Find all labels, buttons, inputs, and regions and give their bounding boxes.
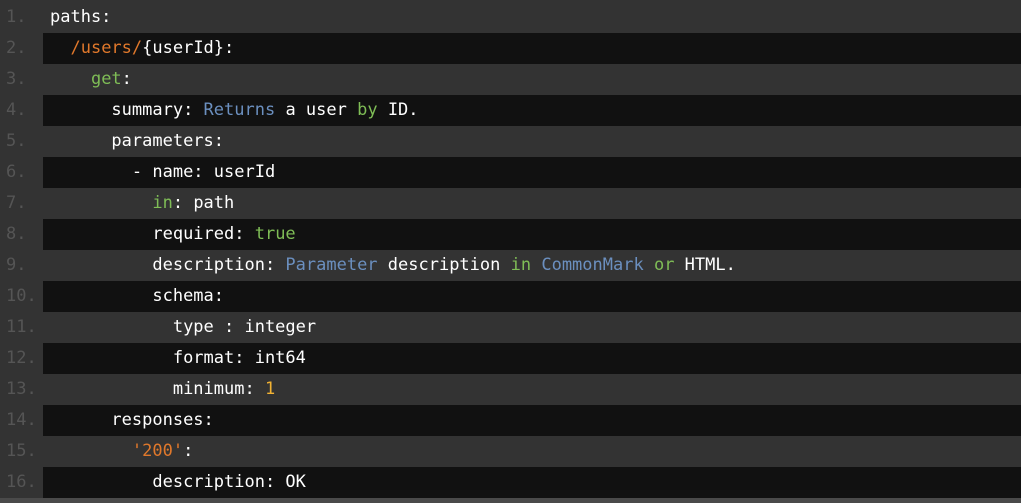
code-line[interactable]: 7. in: path (0, 188, 1021, 219)
code-token: minimum: (172, 379, 265, 399)
code-line[interactable]: 6. - name: userId (0, 157, 1021, 188)
code-token: responses: (111, 410, 214, 430)
line-content: description: Parameter description in Co… (43, 250, 1021, 281)
line-number: 15. (0, 436, 43, 467)
line-number: 3. (0, 64, 43, 95)
code-line[interactable]: 16. description: OK (0, 467, 1021, 498)
code-editor[interactable]: 1. paths: 2. /users/{userId}: 3. get: 4. sum… (0, 2, 1021, 498)
code-token: description (377, 255, 511, 275)
line-content: schema: (43, 281, 1021, 312)
line-content: minimum: 1 (43, 374, 1021, 405)
code-line[interactable]: 13. minimum: 1 (0, 374, 1021, 405)
code-token: : path (172, 193, 235, 213)
line-number: 16. (0, 467, 43, 498)
code-line[interactable]: 11. type : integer (0, 312, 1021, 343)
code-token: true (254, 224, 296, 244)
line-content: type : integer (43, 312, 1021, 343)
code-line[interactable]: 2. /users/{userId}: (0, 33, 1021, 64)
line-number: 9. (0, 250, 43, 281)
line-number: 14. (0, 405, 43, 436)
code-token: format: int64 (172, 348, 306, 368)
line-content: paths: (43, 2, 1021, 33)
line-number: 11. (0, 312, 43, 343)
code-token: CommonMark (541, 255, 644, 275)
code-line[interactable]: 12. format: int64 (0, 343, 1021, 374)
code-token: type : integer (172, 317, 317, 337)
line-number: 5. (0, 126, 43, 157)
line-number: 7. (0, 188, 43, 219)
line-content: format: int64 (43, 343, 1021, 374)
line-content: description: OK (43, 467, 1021, 498)
code-token: 1 (264, 379, 276, 399)
code-token: : (183, 441, 194, 461)
code-token: schema: (152, 286, 225, 306)
line-content: summary: Returns a user by ID. (43, 95, 1021, 126)
code-token: parameters: (111, 131, 225, 151)
code-line[interactable]: 14. responses: (0, 405, 1021, 436)
line-number: 13. (0, 374, 43, 405)
code-line[interactable]: 5. parameters: (0, 126, 1021, 157)
code-token: description: (152, 255, 286, 275)
code-line[interactable]: 1. paths: (0, 2, 1021, 33)
code-token: a user (275, 100, 358, 120)
code-line[interactable]: 9. description: Parameter description in… (0, 250, 1021, 281)
line-content: '200': (43, 436, 1021, 467)
code-token: description: OK (152, 472, 306, 492)
code-token: in (510, 255, 532, 275)
line-content: - name: userId (43, 157, 1021, 188)
code-line[interactable]: 3. get: (0, 64, 1021, 95)
code-line[interactable]: 8. required: true (0, 219, 1021, 250)
line-number: 4. (0, 95, 43, 126)
line-number: 2. (0, 33, 43, 64)
code-token: required: (152, 224, 255, 244)
line-number: 10. (0, 281, 43, 312)
line-number: 1. (0, 2, 43, 33)
code-token: paths: (50, 7, 112, 27)
editor-bottom-border (0, 498, 1021, 503)
line-content: responses: (43, 405, 1021, 436)
line-content: required: true (43, 219, 1021, 250)
line-number: 12. (0, 343, 43, 374)
line-content: get: (43, 64, 1021, 95)
code-line[interactable]: 15. '200': (0, 436, 1021, 467)
line-number: 8. (0, 219, 43, 250)
code-token: {userId}: (142, 38, 235, 58)
code-token: /users/ (70, 38, 143, 58)
code-token: ID. (377, 100, 419, 120)
code-token: Parameter (285, 255, 378, 275)
code-line[interactable]: 10. schema: (0, 281, 1021, 312)
code-token: : (121, 69, 132, 89)
code-token: Returns (203, 100, 276, 120)
code-token: summary: (111, 100, 204, 120)
code-token: get (90, 69, 122, 89)
line-number: 6. (0, 157, 43, 188)
code-token: '200' (131, 441, 184, 461)
code-token: or (653, 255, 675, 275)
line-content: parameters: (43, 126, 1021, 157)
code-line[interactable]: 4. summary: Returns a user by ID. (0, 95, 1021, 126)
line-content: /users/{userId}: (43, 33, 1021, 64)
line-content: in: path (43, 188, 1021, 219)
code-token: - name: userId (131, 162, 276, 182)
code-token: by (357, 100, 378, 120)
code-token: HTML. (674, 255, 736, 275)
code-token: in (152, 193, 173, 213)
